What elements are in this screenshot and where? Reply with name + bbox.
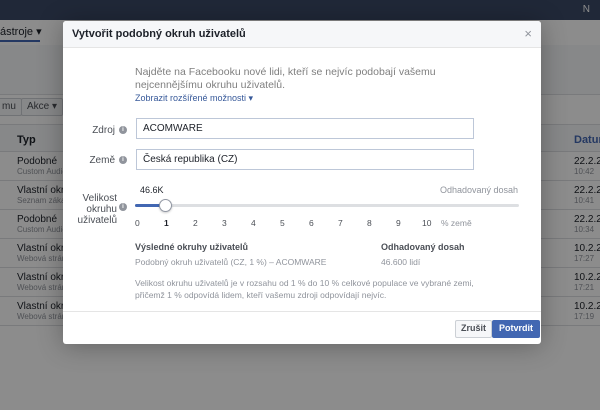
slider-tick[interactable]: 1 (164, 218, 169, 228)
estimated-reach-label: Odhadovaný dosah (440, 185, 519, 195)
confirm-button[interactable]: Potvrdit (492, 320, 541, 338)
country-label: Země (89, 155, 115, 166)
slider-tick[interactable]: 2 (193, 218, 198, 228)
info-icon[interactable]: i (119, 156, 127, 164)
close-icon[interactable]: × (524, 26, 532, 41)
percent-of-country-label: % země (441, 218, 472, 228)
slider-tick[interactable]: 6 (309, 218, 314, 228)
create-lookalike-audience-dialog: Vytvořit podobný okruh uživatelů × Najdě… (63, 21, 541, 344)
slider-tick[interactable]: 0 (135, 218, 140, 228)
slider-value-label: 46.6K (140, 185, 164, 195)
result-audience-name: Podobný okruh uživatelů (CZ, 1 %) – ACOM… (135, 257, 327, 267)
dialog-header: Vytvořit podobný okruh uživatelů × (63, 21, 541, 48)
audience-size-note: Velikost okruhu uživatelů je v rozsahu o… (135, 278, 474, 300)
results-header: Výsledné okruhy uživatelů (135, 242, 249, 252)
source-input[interactable]: ACOMWARE (136, 118, 474, 139)
slider-tick[interactable]: 3 (222, 218, 227, 228)
slider-tick[interactable]: 10 (422, 218, 431, 228)
slider-tick[interactable]: 4 (251, 218, 256, 228)
dialog-footer: Zrušit Potvrdit (63, 311, 541, 344)
slider-tick[interactable]: 9 (396, 218, 401, 228)
dialog-intro-text: Najděte na Facebooku nové lidi, kteří se… (135, 66, 436, 91)
dialog-title: Vytvořit podobný okruh uživatelů (72, 28, 246, 40)
country-input[interactable]: Česká republika (CZ) (136, 149, 474, 170)
info-icon[interactable]: i (119, 126, 127, 134)
audience-size-slider-track[interactable] (135, 204, 519, 207)
audience-size-slider-handle[interactable] (159, 199, 172, 212)
slider-tick[interactable]: 7 (338, 218, 343, 228)
info-icon[interactable]: i (119, 203, 127, 211)
audience-size-label: Velikost okruhu uživatelů (77, 193, 117, 226)
reach-header: Odhadovaný dosah (381, 242, 465, 252)
slider-tick[interactable]: 5 (280, 218, 285, 228)
cancel-button[interactable]: Zrušit (455, 320, 493, 338)
result-audience-reach: 46.600 lidí (381, 257, 421, 267)
show-advanced-options-link[interactable]: Zobrazit rozšířené možnosti ▾ (135, 93, 253, 104)
source-label: Zdroj (92, 125, 115, 136)
slider-tick[interactable]: 8 (367, 218, 372, 228)
